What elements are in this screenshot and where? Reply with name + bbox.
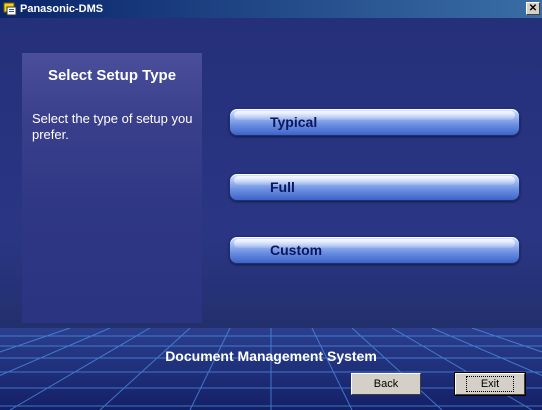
- back-label: Back: [373, 378, 399, 390]
- close-button[interactable]: ✕: [526, 2, 540, 15]
- panasonic-app-icon: [3, 2, 17, 16]
- full-label: Full: [270, 179, 295, 195]
- panel-description: Select the type of setup you prefer.: [32, 111, 193, 142]
- setup-main-area: Select Setup Type Select the type of set…: [0, 18, 542, 410]
- full-button[interactable]: Full: [229, 173, 520, 201]
- panel-title: Select Setup Type: [47, 67, 177, 84]
- window-title: Panasonic-DMS: [20, 3, 104, 15]
- back-button[interactable]: Back: [351, 373, 421, 395]
- custom-label: Custom: [270, 242, 323, 258]
- info-panel: Select Setup Type Select the type of set…: [22, 53, 202, 323]
- custom-button[interactable]: Custom: [229, 236, 520, 264]
- perspective-grid-floor: [0, 328, 542, 410]
- typical-label: Typical: [270, 114, 318, 130]
- close-icon: ✕: [528, 2, 538, 14]
- typical-button[interactable]: Typical: [229, 108, 520, 136]
- title-bar: Panasonic-DMS ✕: [0, 0, 542, 18]
- exit-label: Exit: [465, 376, 515, 392]
- exit-button[interactable]: Exit: [454, 372, 526, 396]
- product-title: Document Management System: [165, 348, 377, 364]
